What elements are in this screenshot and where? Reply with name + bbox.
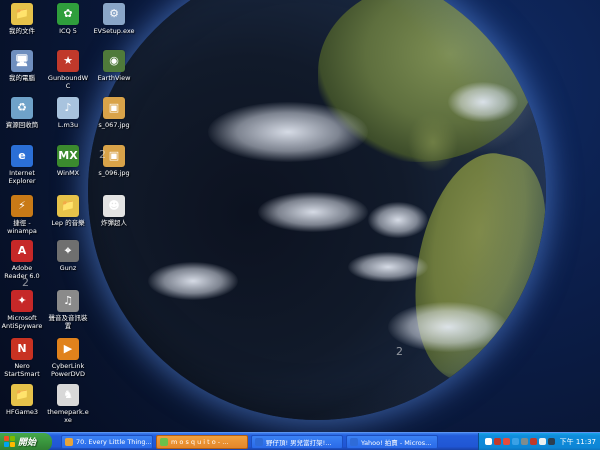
desktop-icon-hfgame3[interactable]: 📁 HFGame3	[0, 384, 44, 416]
desktop-icon-internet-explorer[interactable]: e Internet Explorer	[0, 145, 44, 185]
chat-window-icon	[160, 437, 168, 446]
tray-icon[interactable]	[529, 438, 537, 445]
overlay-number: 2	[99, 148, 106, 161]
gunbound-icon: ★	[57, 50, 79, 72]
image-file-icon: ▣	[103, 97, 125, 119]
desktop-icon-sound-devices[interactable]: ♫ 聲音及音訊裝置	[46, 290, 90, 330]
desktop-icon-bomberman[interactable]: ☻ 炸彈超人	[92, 195, 136, 227]
icq-flower-icon: ✿	[57, 3, 79, 25]
tray-icon[interactable]	[538, 438, 546, 445]
tray-icon[interactable]	[511, 438, 519, 445]
desktop-icon-adobe-reader[interactable]: A Adobe Reader 6.0	[0, 240, 44, 280]
winmx-icon: MX	[57, 145, 79, 167]
system-tray: 下午 11:37	[477, 432, 600, 450]
themepark-icon: ♞	[57, 384, 79, 406]
desktop-icon-earthview[interactable]: ◉ EarthView	[92, 50, 136, 82]
taskbar-button-yahoo-auction-ie[interactable]: Yahoo! 拍賣 - Micros...	[346, 434, 438, 449]
chat-window-icon	[255, 437, 263, 446]
taskbar-button-every-little-thing[interactable]: 70. Every Little Thing...	[61, 434, 153, 449]
earthview-icon: ◉	[103, 50, 125, 72]
desktop-icon-my-documents[interactable]: 📁 我的文件	[0, 3, 44, 35]
clock[interactable]: 下午 11:37	[560, 437, 596, 447]
bomberman-icon: ☻	[103, 195, 125, 217]
overlay-number: 2	[396, 345, 403, 358]
taskbar: 開始 70. Every Little Thing... m o s q u i…	[0, 432, 600, 450]
media-player-icon	[65, 437, 73, 446]
desktop-icon-recycle-bin[interactable]: ♻ 資源回收筒	[0, 97, 44, 129]
folder-icon: 📁	[11, 3, 33, 25]
folder-icon: 📁	[11, 384, 33, 406]
adobe-reader-icon: A	[11, 240, 33, 262]
nero-icon: N	[11, 338, 33, 360]
powerdvd-icon: ▶	[57, 338, 79, 360]
desktop[interactable]: 📁 我的文件 🖥 我的電腦 ♻ 資源回收筒 e Internet Explore…	[0, 0, 600, 432]
tray-icon[interactable]	[520, 438, 528, 445]
desktop-icon-themepark[interactable]: ♞ themepark.exe	[46, 384, 90, 424]
recycle-bin-icon: ♻	[11, 97, 33, 119]
image-file-icon: ▣	[103, 145, 125, 167]
overlay-number: 2	[22, 276, 29, 289]
music-folder-icon: 📁	[57, 195, 79, 217]
desktop-icon-nero-startsmart[interactable]: N Nero StartSmart	[0, 338, 44, 378]
internet-explorer-icon	[350, 437, 358, 446]
taskbar-button-chat-window[interactable]: 野仔頂! 男兒當打架!...	[251, 434, 343, 449]
tray-icon[interactable]	[493, 438, 501, 445]
internet-explorer-icon: e	[11, 145, 33, 167]
desktop-icon-s067-jpg[interactable]: ▣ s_067.jpg	[92, 97, 136, 129]
start-label: 開始	[18, 438, 37, 448]
desktop-icon-winampa-shortcut[interactable]: ⚡ 捷徑 - winampa	[0, 195, 44, 235]
gunz-icon: ⌖	[57, 240, 79, 262]
desktop-icon-microsoft-antispyware[interactable]: ✦ Microsoft AntiSpyware	[0, 290, 44, 330]
taskbar-button-mosquito[interactable]: m o s q u i t o - ...	[156, 434, 248, 449]
playlist-file-icon: ♪	[57, 97, 79, 119]
desktop-icon-my-computer[interactable]: 🖥 我的電腦	[0, 50, 44, 82]
windows-flag-icon	[4, 436, 15, 447]
installer-icon: ⚙	[103, 3, 125, 25]
desktop-icon-winmx[interactable]: MX WinMX	[46, 145, 90, 177]
start-button[interactable]: 開始	[0, 432, 52, 450]
desktop-icon-l-m3u[interactable]: ♪ L.m3u	[46, 97, 90, 129]
computer-icon: 🖥	[11, 50, 33, 72]
desktop-icon-evsetup[interactable]: ⚙ EVSetup.exe	[92, 3, 136, 35]
desktop-icon-gunboundwc[interactable]: ★ GunboundWC	[46, 50, 90, 90]
antispyware-icon: ✦	[11, 290, 33, 312]
desktop-icon-lep-music-folder[interactable]: 📁 Lep 的音樂	[46, 195, 90, 227]
desktop-icon-powerdvd[interactable]: ▶ CyberLink PowerDVD	[46, 338, 90, 378]
desktop-icon-icq[interactable]: ✿ ICQ 5	[46, 3, 90, 35]
tray-icon[interactable]	[547, 438, 555, 445]
tray-icon[interactable]	[484, 438, 492, 445]
tray-icon[interactable]	[502, 438, 510, 445]
desktop-icon-gunz[interactable]: ⌖ Gunz	[46, 240, 90, 272]
quick-launch-separator	[52, 433, 58, 450]
speaker-icon: ♫	[57, 290, 79, 312]
earth-wallpaper	[88, 0, 546, 420]
winamp-icon: ⚡	[11, 195, 33, 217]
